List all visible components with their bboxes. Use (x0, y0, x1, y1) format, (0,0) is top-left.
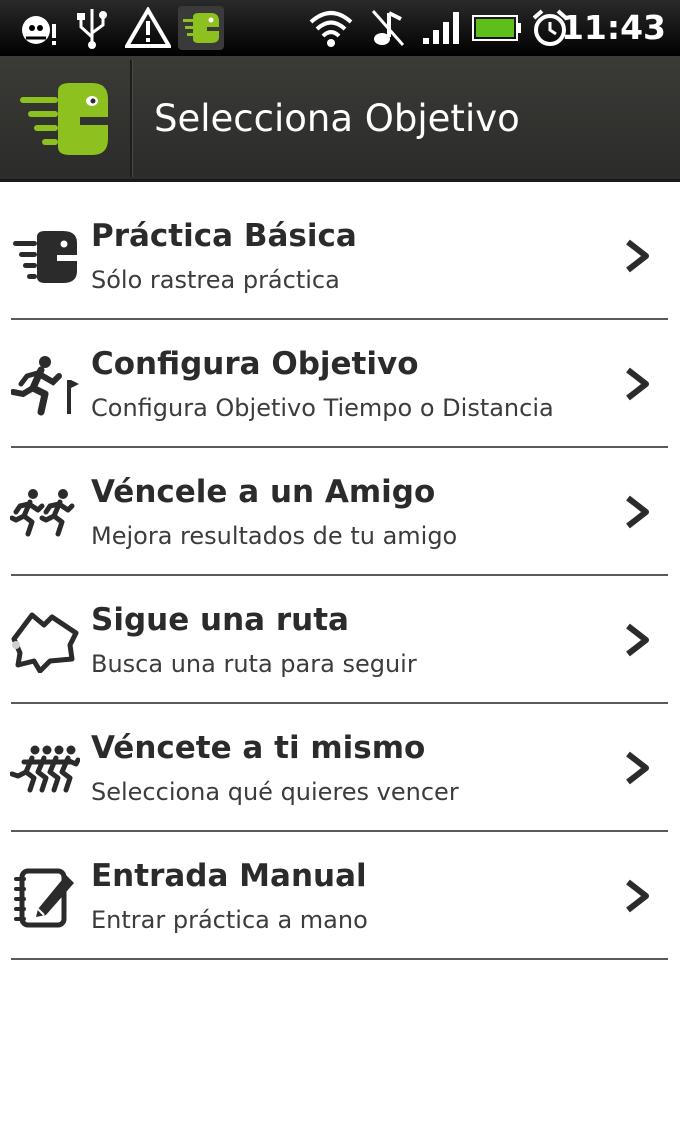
item-title: Configura Objetivo (91, 346, 419, 382)
music-off-icon (368, 6, 408, 50)
warning-icon (124, 6, 172, 50)
wifi-icon (306, 6, 356, 50)
route-map-icon (10, 606, 80, 676)
list-item-vencete-ti-mismo[interactable]: Véncete a ti mismo Selecciona qué quiere… (0, 704, 680, 832)
list-item-vencele-amigo[interactable]: Véncele a un Amigo Mejora resultados de … (0, 448, 680, 576)
chevron-right-icon (626, 239, 649, 273)
item-title: Sigue una ruta (91, 602, 349, 638)
item-subtitle: Mejora resultados de tu amigo (91, 522, 458, 550)
item-title: Véncete a ti mismo (91, 730, 426, 766)
item-title: Práctica Básica (91, 218, 357, 254)
item-subtitle: Entrar práctica a mano (91, 906, 368, 934)
list-item-practica-basica[interactable]: Práctica Básica Sólo rastrea práctica (0, 192, 680, 320)
page-title: Selecciona Objetivo (154, 97, 520, 140)
status-time: 11:43 (560, 8, 666, 47)
list-item-entrada-manual[interactable]: Entrada Manual Entrar práctica a mano (0, 832, 680, 960)
list-item-sigue-ruta[interactable]: Sigue una ruta Busca una ruta para segui… (0, 576, 680, 704)
android-debug-icon (18, 6, 62, 50)
endomondo-logo-icon[interactable] (0, 56, 130, 181)
endomondo-notification-icon (178, 6, 224, 50)
signal-icon (420, 6, 462, 50)
app-bar-shadow (0, 179, 680, 182)
usb-icon (74, 6, 110, 50)
chevron-right-icon (626, 751, 649, 785)
item-title: Entrada Manual (91, 858, 367, 894)
chevron-right-icon (626, 367, 649, 401)
item-title: Véncele a un Amigo (91, 474, 436, 510)
app-bar: Selecciona Objetivo (0, 56, 680, 181)
item-subtitle: Configura Objetivo Tiempo o Distancia (91, 394, 554, 422)
two-runners-icon (10, 478, 80, 548)
notepad-pencil-icon (10, 862, 80, 932)
runner-blob-icon (10, 222, 80, 292)
list-divider (11, 958, 668, 960)
runner-group-icon (10, 734, 80, 804)
runner-flag-icon (10, 350, 80, 420)
chevron-right-icon (626, 879, 649, 913)
app-bar-divider (130, 60, 132, 177)
item-subtitle: Sólo rastrea práctica (91, 266, 340, 294)
chevron-right-icon (626, 495, 649, 529)
battery-icon (472, 6, 522, 50)
chevron-right-icon (626, 623, 649, 657)
status-bar: 11:43 (0, 0, 680, 56)
list-item-configura-objetivo[interactable]: Configura Objetivo Configura Objetivo Ti… (0, 320, 680, 448)
item-subtitle: Selecciona qué quieres vencer (91, 778, 459, 806)
goal-list: Práctica Básica Sólo rastrea práctica Co… (0, 192, 680, 960)
item-subtitle: Busca una ruta para seguir (91, 650, 417, 678)
